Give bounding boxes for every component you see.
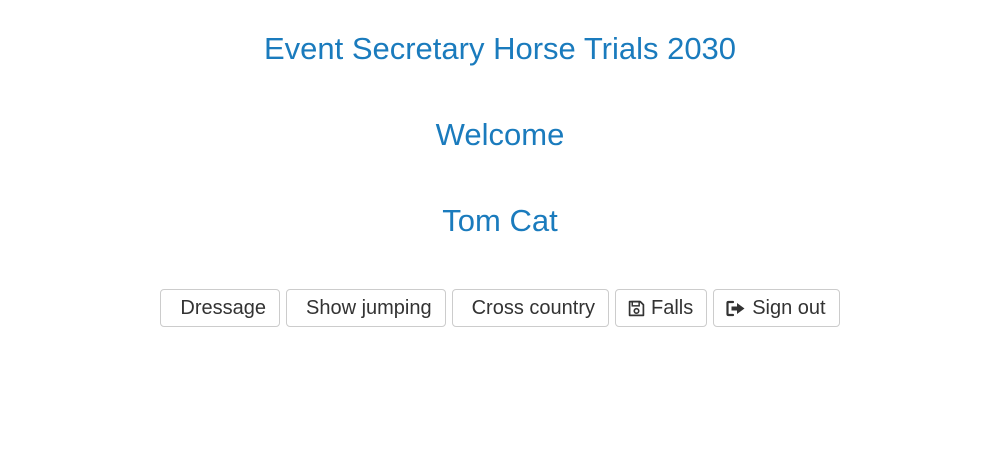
main-toolbar: Dressage Show jumping Cross country Fall…: [0, 289, 1000, 327]
sign-out-button-label: Sign out: [752, 296, 826, 319]
page: Event Secretary Horse Trials 2030 Welcom…: [0, 0, 1000, 453]
dressage-button[interactable]: Dressage: [160, 289, 280, 327]
cross-country-button-label: Cross country: [471, 296, 595, 319]
show-jumping-button-label: Show jumping: [305, 296, 432, 319]
page-title: Event Secretary Horse Trials 2030: [263, 31, 737, 66]
sign-out-button[interactable]: Sign out: [713, 289, 840, 327]
cross-country-button[interactable]: Cross country: [451, 289, 609, 327]
user-name-heading: Tom Cat: [442, 203, 558, 238]
save-icon: [628, 300, 645, 317]
falls-button-label: Falls: [650, 296, 694, 319]
falls-button[interactable]: Falls: [614, 289, 708, 327]
welcome-heading: Welcome: [435, 117, 565, 152]
sign-out-icon: [726, 300, 746, 317]
show-jumping-button[interactable]: Show jumping: [285, 289, 446, 327]
dressage-button-label: Dressage: [180, 296, 266, 319]
